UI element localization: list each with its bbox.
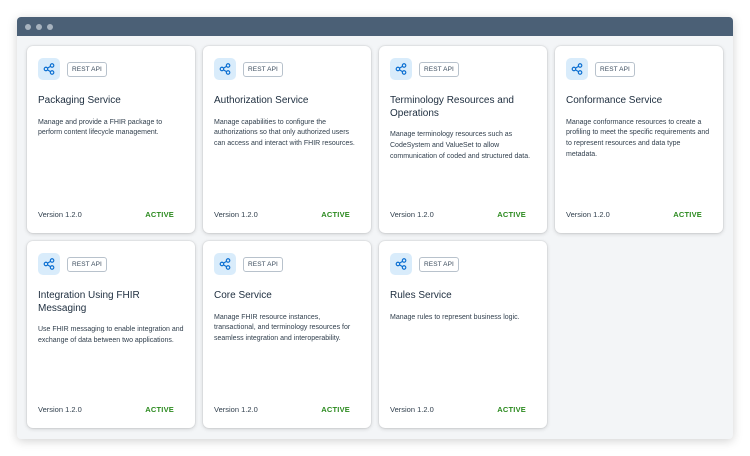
version-label: Version 1.2.0: [566, 210, 610, 219]
version-label: Version 1.2.0: [390, 405, 434, 414]
card-description: Use FHIR messaging to enable integration…: [38, 326, 184, 344]
service-card-rules[interactable]: REST API Rules Service Manage rules to r…: [379, 241, 547, 428]
version-label: Version 1.2.0: [38, 210, 82, 219]
version-label: Version 1.2.0: [38, 405, 82, 414]
card-description: Manage terminology resources such as Cod…: [390, 131, 531, 160]
status-badge: ACTIVE: [145, 405, 174, 414]
card-footer: Version 1.2.0 ACTIVE: [214, 210, 350, 219]
card-header: REST API: [566, 57, 712, 81]
service-card-core[interactable]: REST API Core Service Manage FHIR resour…: [203, 241, 371, 428]
status-badge: ACTIVE: [497, 405, 526, 414]
card-description: Manage and provide a FHIR package to per…: [38, 118, 163, 137]
status-badge: ACTIVE: [145, 210, 174, 219]
share-icon: [38, 58, 60, 80]
card-footer: Version 1.2.0 ACTIVE: [390, 405, 526, 414]
card-header: REST API: [38, 252, 184, 276]
card-title: Integration Using FHIR Messaging: [38, 290, 140, 314]
window-control-dot[interactable]: [47, 23, 53, 30]
card-footer: Version 1.2.0 ACTIVE: [566, 210, 702, 219]
window-titlebar: [17, 17, 733, 36]
status-badge: ACTIVE: [321, 210, 350, 219]
rest-api-badge: REST API: [419, 61, 459, 77]
status-badge: ACTIVE: [673, 210, 702, 219]
app-window: REST API Packaging Service Manage and pr…: [17, 17, 733, 439]
service-card-conformance[interactable]: REST API Conformance Service Manage conf…: [555, 46, 723, 233]
status-badge: ACTIVE: [321, 405, 350, 414]
card-footer: Version 1.2.0 ACTIVE: [38, 405, 174, 414]
card-footer: Version 1.2.0 ACTIVE: [390, 210, 526, 219]
service-card-packaging[interactable]: REST API Packaging Service Manage and pr…: [27, 46, 195, 233]
version-label: Version 1.2.0: [390, 210, 434, 219]
rest-api-badge: REST API: [595, 61, 635, 77]
rest-api-badge: REST API: [67, 61, 107, 77]
service-card-terminology[interactable]: REST API Terminology Resources and Opera…: [379, 46, 547, 233]
service-card-grid: REST API Packaging Service Manage and pr…: [27, 46, 723, 428]
rest-api-badge: REST API: [67, 256, 107, 272]
card-description: Manage capabilities to configure the aut…: [214, 118, 355, 148]
window-control-dot[interactable]: [36, 23, 42, 30]
card-description: Manage FHIR resource instances, transact…: [214, 313, 351, 343]
card-header: REST API: [214, 252, 360, 276]
card-title: Packaging Service: [38, 95, 121, 106]
share-icon: [390, 253, 412, 275]
card-title: Conformance Service: [566, 95, 663, 106]
card-header: REST API: [390, 57, 536, 81]
share-icon: [214, 253, 236, 275]
service-card-authorization[interactable]: REST API Authorization Service Manage ca…: [203, 46, 371, 233]
card-footer: Version 1.2.0 ACTIVE: [214, 405, 350, 414]
card-header: REST API: [214, 57, 360, 81]
card-footer: Version 1.2.0 ACTIVE: [38, 210, 174, 219]
card-title: Core Service: [214, 290, 272, 301]
version-label: Version 1.2.0: [214, 405, 258, 414]
share-icon: [390, 58, 412, 80]
window-control-dot[interactable]: [25, 23, 31, 30]
status-badge: ACTIVE: [497, 210, 526, 219]
card-title: Authorization Service: [214, 95, 309, 106]
card-header: REST API: [390, 252, 536, 276]
rest-api-badge: REST API: [243, 61, 283, 77]
rest-api-badge: REST API: [243, 256, 283, 272]
version-label: Version 1.2.0: [214, 210, 258, 219]
share-icon: [214, 58, 236, 80]
share-icon: [38, 253, 60, 275]
card-header: REST API: [38, 57, 184, 81]
share-icon: [566, 58, 588, 80]
card-title: Rules Service: [390, 290, 452, 301]
rest-api-badge: REST API: [419, 256, 459, 272]
service-card-integration-messaging[interactable]: REST API Integration Using FHIR Messagin…: [27, 241, 195, 428]
card-description: Manage rules to represent business logic…: [390, 313, 520, 321]
card-title: Terminology Resources and Operations: [390, 95, 514, 119]
card-description: Manage conformance resources to create a…: [566, 118, 710, 158]
